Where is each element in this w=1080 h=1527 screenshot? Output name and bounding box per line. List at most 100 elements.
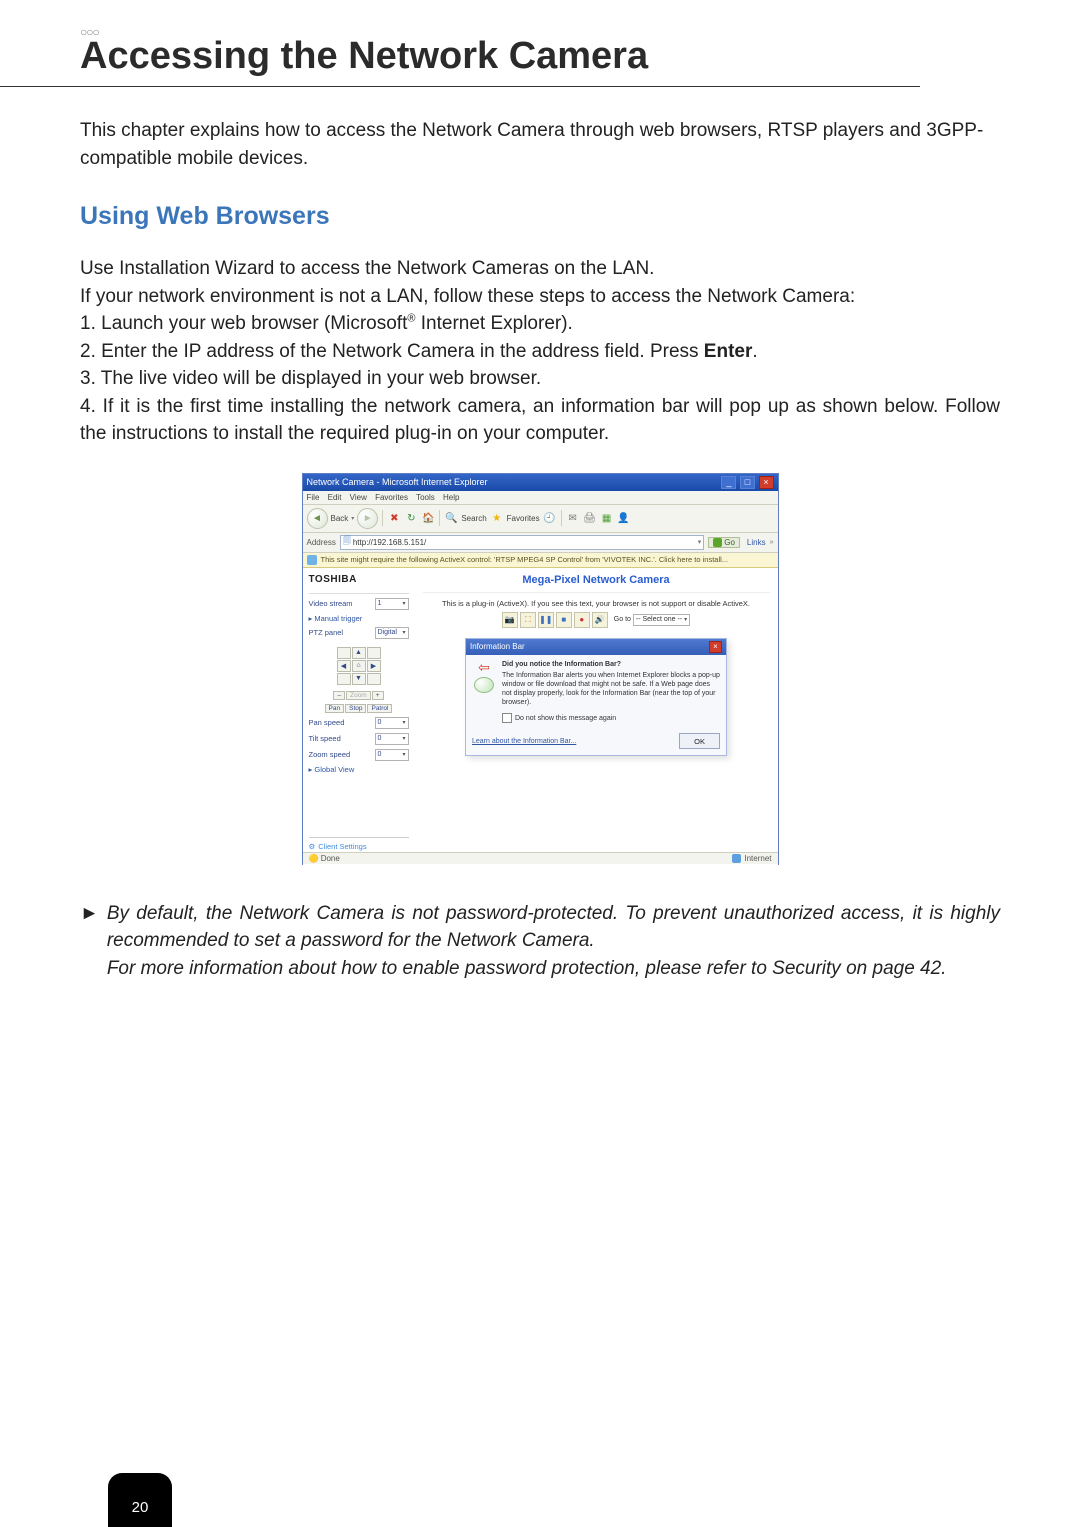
- history-icon[interactable]: 🕘: [543, 511, 557, 525]
- dont-show-label: Do not show this message again: [515, 715, 616, 722]
- menu-view[interactable]: View: [350, 493, 367, 502]
- menu-favorites[interactable]: Favorites: [375, 493, 408, 502]
- text: .: [752, 341, 757, 362]
- infobar-text: This site might require the following Ac…: [321, 555, 729, 564]
- gear-icon: ⚙: [309, 842, 316, 851]
- brand-logo: TOSHIBA: [309, 574, 409, 585]
- maximize-button[interactable]: □: [740, 476, 755, 489]
- information-bar-dialog: Information Bar × ⇦ Did you notice the I…: [465, 638, 727, 756]
- dialog-icon: ⇦: [472, 661, 496, 723]
- forward-button[interactable]: ►: [357, 508, 378, 529]
- pan-speed-select[interactable]: 0: [375, 717, 409, 729]
- client-settings-link[interactable]: ⚙Client Settings: [309, 842, 409, 851]
- zoom-row: – Zoom +: [309, 691, 409, 700]
- stop-media-button[interactable]: ■: [556, 612, 572, 628]
- text: Internet Explorer).: [415, 313, 572, 334]
- favorites-icon[interactable]: ★: [490, 511, 504, 525]
- instruction-line: 1. Launch your web browser (Microsoft® I…: [80, 310, 1000, 338]
- ptz-pad: ▲ ◀⌂▶ ▼: [337, 647, 381, 685]
- note-paragraph: By default, the Network Camera is not pa…: [107, 900, 1000, 955]
- ptz-panel-label: PTZ panel: [309, 628, 344, 637]
- record-button[interactable]: ●: [574, 612, 590, 628]
- dialog-close-button[interactable]: ×: [709, 641, 722, 653]
- fullscreen-button[interactable]: ⛶: [520, 612, 536, 628]
- tilt-speed-label: Tilt speed: [309, 734, 341, 743]
- sidebar: TOSHIBA Video stream 1 ▸ Manual trigger …: [303, 568, 415, 868]
- browser-toolbar: ◄ Back ▾ ► ✖ ↻ 🏠 🔍 Search ★ Favorites 🕘 …: [303, 505, 778, 533]
- global-view-link[interactable]: ▸ Global View: [309, 765, 409, 774]
- messenger-icon[interactable]: 👤: [617, 511, 631, 525]
- dialog-title: Information Bar: [470, 642, 525, 651]
- note-arrow-icon: ►: [80, 900, 99, 983]
- menu-file[interactable]: File: [307, 493, 320, 502]
- text: 1. Launch your web browser (Microsoft: [80, 313, 407, 334]
- stop-button[interactable]: ✖: [387, 511, 401, 525]
- learn-more-link[interactable]: Learn about the Information Bar...: [472, 738, 576, 745]
- chapter-intro: This chapter explains how to access the …: [80, 117, 1000, 172]
- search-label: Search: [461, 514, 486, 523]
- chevron-down-icon[interactable]: ▾: [698, 538, 702, 546]
- goto-select[interactable]: -- Select one --: [633, 614, 690, 626]
- main-panel: Mega-Pixel Network Camera This is a plug…: [415, 568, 778, 868]
- menu-tools[interactable]: Tools: [416, 493, 435, 502]
- ptz-down-button[interactable]: ▼: [352, 673, 366, 685]
- chapter-title: Accessing the Network Camera: [80, 35, 1000, 78]
- ptz-right-button[interactable]: ▶: [367, 660, 381, 672]
- activex-infobar[interactable]: This site might require the following Ac…: [303, 553, 778, 568]
- pause-button[interactable]: ❚❚: [538, 612, 554, 628]
- links-label[interactable]: Links: [747, 538, 766, 547]
- refresh-button[interactable]: ↻: [404, 511, 418, 525]
- ptz-left-button[interactable]: ◀: [337, 660, 351, 672]
- address-bar: Address 🗐 http://192.168.5.151/ ▾ Go Lin…: [303, 533, 778, 553]
- menu-help[interactable]: Help: [443, 493, 459, 502]
- ptz-up-button[interactable]: ▲: [352, 647, 366, 659]
- stop-button[interactable]: Stop: [345, 704, 366, 713]
- video-stream-select[interactable]: 1: [375, 598, 409, 610]
- text: 2. Enter the IP address of the Network C…: [80, 341, 704, 362]
- back-button[interactable]: ◄: [307, 508, 328, 529]
- manual-page: ○○○ Accessing the Network Camera This ch…: [0, 0, 1080, 1527]
- global-view-label: Global View: [314, 765, 354, 774]
- video-stream-label: Video stream: [309, 599, 353, 608]
- ptz-panel-select[interactable]: Digital: [375, 627, 409, 639]
- ptz-home-button[interactable]: ⌂: [352, 660, 366, 672]
- dialog-titlebar: Information Bar ×: [466, 639, 726, 655]
- screenshot-figure: Network Camera - Microsoft Internet Expl…: [80, 473, 1000, 865]
- ie-window: Network Camera - Microsoft Internet Expl…: [302, 473, 779, 865]
- status-done-text: Done: [321, 854, 340, 863]
- ok-button[interactable]: OK: [679, 733, 720, 749]
- address-input[interactable]: 🗐 http://192.168.5.151/ ▾: [340, 535, 704, 550]
- excel-icon[interactable]: ▦: [600, 511, 614, 525]
- snapshot-button[interactable]: 📷: [502, 612, 518, 628]
- zoom-speed-select[interactable]: 0: [375, 749, 409, 761]
- tilt-speed-select[interactable]: 0: [375, 733, 409, 745]
- audio-button[interactable]: 🔊: [592, 612, 608, 628]
- zoom-out-button[interactable]: –: [333, 691, 345, 700]
- zoom-in-button[interactable]: +: [372, 691, 384, 700]
- instruction-line: Use Installation Wizard to access the Ne…: [80, 255, 1000, 283]
- manual-trigger-link[interactable]: ▸ Manual trigger: [309, 614, 409, 623]
- page-icon: 🗐: [343, 535, 351, 549]
- home-button[interactable]: 🏠: [421, 511, 435, 525]
- patrol-button[interactable]: Patrol: [367, 704, 392, 713]
- address-value: http://192.168.5.151/: [353, 538, 426, 547]
- mail-icon[interactable]: ✉: [566, 511, 580, 525]
- window-buttons: _ □ ×: [720, 476, 773, 489]
- window-titlebar: Network Camera - Microsoft Internet Expl…: [303, 474, 778, 491]
- print-icon[interactable]: 🖨: [583, 511, 597, 525]
- pan-button[interactable]: Pan: [325, 704, 345, 713]
- menu-edit[interactable]: Edit: [328, 493, 342, 502]
- note-paragraph: For more information about how to enable…: [107, 955, 1000, 983]
- dialog-question: Did you notice the Information Bar?: [502, 661, 720, 668]
- pan-button-row: Pan Stop Patrol: [309, 704, 409, 713]
- status-done: 🟡 Done: [309, 854, 340, 863]
- search-icon[interactable]: 🔍: [444, 511, 458, 525]
- goto-control: Go to -- Select one --: [614, 614, 690, 626]
- dialog-footer: Learn about the Information Bar... OK: [466, 731, 726, 755]
- close-button[interactable]: ×: [759, 476, 774, 489]
- go-button[interactable]: Go: [708, 537, 740, 548]
- camera-title: Mega-Pixel Network Camera: [423, 574, 770, 586]
- minimize-button[interactable]: _: [721, 476, 736, 489]
- dont-show-checkbox[interactable]: [502, 713, 512, 723]
- instruction-line: 3. The live video will be displayed in y…: [80, 365, 1000, 393]
